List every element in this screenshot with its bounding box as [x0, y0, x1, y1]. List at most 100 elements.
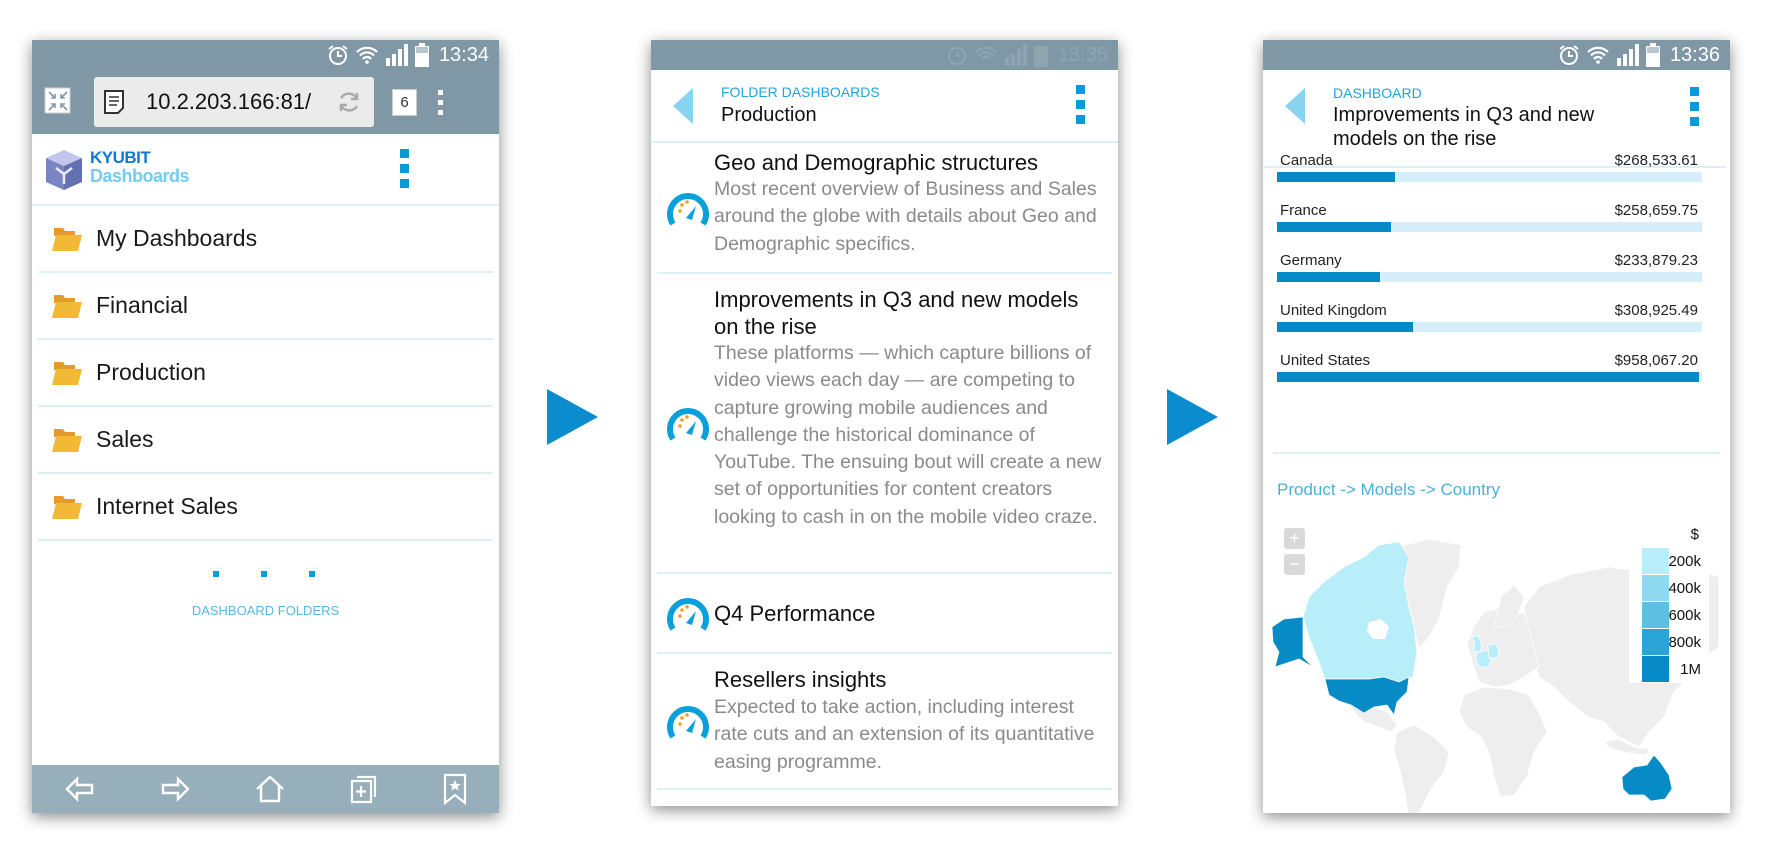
breadcrumb[interactable]: FOLDER DASHBOARDS: [721, 84, 880, 100]
bar-track: [1277, 372, 1702, 382]
map-legend: $ 200k 400k 600k 800k 1M: [1629, 526, 1709, 683]
folder-label: Financial: [96, 292, 189, 318]
logo-line1: KYUBIT: [90, 148, 151, 167]
folder-icon: [52, 428, 82, 452]
logo-line2: Dashboards: [90, 166, 190, 186]
map-zoom-in-button[interactable]: +: [1284, 528, 1305, 549]
breadcrumb[interactable]: DASHBOARD: [1333, 85, 1422, 101]
gauge-icon: [667, 598, 709, 631]
legend-item: 600k: [1629, 602, 1709, 629]
new-tab-icon[interactable]: [350, 774, 378, 804]
exit-fullscreen-icon[interactable]: [44, 87, 72, 115]
bar-label: Canada: [1280, 152, 1333, 169]
page-title: Improvements in Q3 and new models on the…: [1333, 104, 1595, 150]
bar-value: $233,879.23: [1614, 252, 1698, 269]
dashboard-title: Improvements in Q3 and new models on the…: [714, 287, 1079, 339]
folder-icon: [52, 227, 82, 251]
bookmark-icon[interactable]: [443, 773, 467, 805]
bar-row[interactable]: United Kingdom $308,925.49: [1277, 302, 1716, 352]
folder-list: My Dashboards Financial Production Sales…: [32, 206, 499, 541]
folder-item-production[interactable]: Production: [38, 340, 493, 407]
battery-icon: [1645, 43, 1660, 67]
legend-item: 400k: [1629, 575, 1709, 602]
loading-dots: [213, 571, 315, 577]
map-south-america[interactable]: [1393, 724, 1450, 813]
alarm-icon: [1559, 45, 1579, 65]
phone-screen-folders: 13:34 10.2.203.166:81/ 6 KYUBIT Dashboar…: [32, 40, 499, 813]
bar-value: $958,067.20: [1614, 352, 1698, 369]
bar-track: [1277, 172, 1702, 182]
folder-icon: [52, 361, 82, 385]
bar-row[interactable]: United States $958,067.20: [1277, 352, 1716, 402]
back-button[interactable]: [673, 88, 693, 124]
clock: 13:35: [1057, 43, 1108, 66]
bar-row[interactable]: France $258,659.75: [1277, 202, 1716, 252]
app-menu-button[interactable]: [400, 149, 409, 188]
dashboard-title: Geo and Demographic structures: [714, 150, 1039, 175]
url-text[interactable]: 10.2.203.166:81/: [146, 89, 311, 115]
gauge-icon: [667, 193, 709, 226]
folder-icon: [52, 495, 82, 519]
dashboard-item[interactable]: Improvements in Q3 and new models on the…: [657, 274, 1112, 574]
url-bar[interactable]: 10.2.203.166:81/: [94, 77, 374, 127]
bar-track: [1277, 272, 1702, 282]
folder-item-sales[interactable]: Sales: [38, 407, 493, 474]
legend-label: 200k: [1668, 553, 1701, 570]
flow-arrow: [547, 389, 598, 445]
forward-icon[interactable]: [160, 774, 190, 804]
legend-swatch: [1642, 656, 1669, 682]
dashboard-item[interactable]: Geo and Demographic structures Most rece…: [657, 143, 1112, 274]
phone-screen-dashboard: 13:36 DASHBOARD Improvements in Q3 and n…: [1263, 40, 1730, 813]
page-icon: [104, 90, 124, 114]
gauge-icon: [667, 706, 709, 739]
menu-button[interactable]: [1690, 87, 1699, 126]
page-header: FOLDER DASHBOARDS Production: [651, 70, 1118, 143]
map-zoom-out-button[interactable]: −: [1284, 554, 1305, 575]
dashboard-item[interactable]: Resellers insights Expected to take acti…: [657, 654, 1112, 790]
legend-label: 400k: [1668, 580, 1701, 597]
legend-swatch: [1642, 548, 1669, 574]
map-africa[interactable]: [1458, 686, 1548, 798]
folder-item-my-dashboards[interactable]: My Dashboards: [38, 206, 493, 273]
bar-fill: [1277, 322, 1413, 332]
clock: 13:36: [1669, 43, 1720, 66]
menu-button[interactable]: [1076, 85, 1085, 124]
bar-row[interactable]: Canada $268,533.61: [1277, 152, 1716, 202]
bar-value: $258,659.75: [1614, 202, 1698, 219]
map-canada[interactable]: [1302, 541, 1418, 683]
status-bar: 13:36: [1263, 40, 1730, 70]
bar-label: Germany: [1280, 252, 1342, 269]
bar-track: [1277, 322, 1702, 332]
tabs-button[interactable]: 6: [392, 89, 417, 116]
bar-label: United Kingdom: [1280, 302, 1387, 319]
folder-label: Sales: [96, 426, 154, 452]
reload-icon[interactable]: [337, 90, 361, 114]
home-icon[interactable]: [255, 774, 285, 804]
folder-item-financial[interactable]: Financial: [38, 273, 493, 340]
signal-icon: [1616, 44, 1639, 66]
clock: 13:34: [438, 43, 489, 66]
bar-row[interactable]: Germany $233,879.23: [1277, 252, 1716, 302]
browser-menu-button[interactable]: [438, 90, 443, 115]
section-label: DASHBOARD FOLDERS: [191, 603, 340, 618]
page-title: Production: [721, 104, 817, 126]
folder-item-internet-sales[interactable]: Internet Sales: [38, 474, 493, 541]
map-australia[interactable]: [1621, 754, 1673, 802]
bar-fill: [1277, 172, 1396, 182]
battery-icon: [414, 43, 429, 67]
legend-label: 600k: [1668, 607, 1701, 624]
wifi-icon: [975, 46, 997, 60]
folder-label: My Dashboards: [96, 225, 258, 251]
status-bar: 13:34: [32, 40, 499, 70]
dashboard-description: Most recent overview of Business and Sal…: [714, 178, 1097, 255]
back-icon[interactable]: [64, 774, 95, 804]
map-united-states[interactable]: [1324, 676, 1410, 716]
alarm-icon: [328, 45, 348, 65]
dashboard-item[interactable]: Q4 Performance: [657, 574, 1112, 654]
kyubit-logo-icon: [46, 150, 82, 190]
legend-item: 800k: [1629, 629, 1709, 656]
phone-screen-folder-dashboards: 13:35 FOLDER DASHBOARDS Production Geo a…: [651, 40, 1118, 806]
back-button[interactable]: [1285, 88, 1305, 124]
alarm-icon: [947, 47, 966, 65]
bar-value: $268,533.61: [1614, 152, 1698, 169]
